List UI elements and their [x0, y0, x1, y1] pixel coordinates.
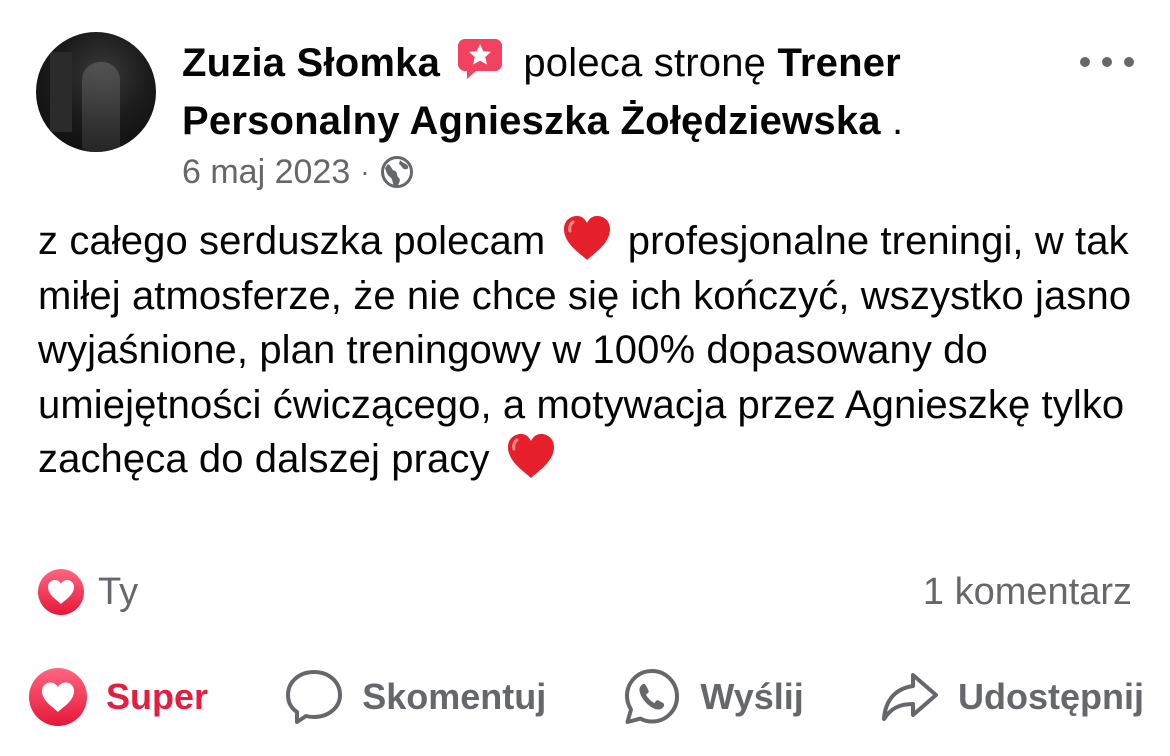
more-options-button[interactable] — [1080, 50, 1134, 74]
share-label: Udostępnij — [957, 676, 1144, 717]
love-button[interactable]: Super — [28, 667, 208, 727]
post-actions: Super Skomentuj Wyślij Udostępnij — [28, 662, 1144, 732]
share-arrow-icon — [881, 673, 938, 721]
send-label: Wyślij — [700, 676, 804, 717]
reactions-list-button[interactable]: Ty — [36, 567, 138, 617]
post-text: z całego serduszka polecam profesjonalne… — [38, 214, 1148, 487]
comment-button[interactable]: Skomentuj — [284, 667, 546, 727]
share-button[interactable]: Udostępnij — [880, 667, 1144, 727]
reaction-users: Ty — [98, 570, 139, 613]
post-meta: 6 maj 2023 · — [182, 150, 414, 194]
whatsapp-icon — [625, 669, 680, 724]
comment-bubble-icon — [286, 670, 343, 724]
comments-count-link[interactable]: 1 komentarz — [923, 571, 1132, 614]
author-name[interactable]: Zuzia Słomka — [182, 41, 440, 85]
more-dot-icon — [1102, 57, 1112, 67]
meta-separator: · — [360, 156, 370, 187]
more-dot-icon — [1124, 57, 1134, 67]
red-heart-emoji — [507, 434, 554, 478]
more-dot-icon — [1080, 57, 1090, 67]
comment-label: Skomentuj — [362, 676, 547, 717]
love-label: Super — [106, 676, 209, 717]
page-suffix: . — [880, 99, 904, 143]
reactions-summary: Ty 1 komentarz — [36, 566, 1132, 618]
love-reaction-icon — [38, 569, 84, 615]
post-text-part: z całego serduszka polecam — [38, 219, 557, 263]
recommends-text: poleca stronę — [523, 41, 767, 85]
avatar-figure — [82, 62, 120, 152]
send-button[interactable]: Wyślij — [622, 667, 804, 727]
avatar[interactable] — [36, 32, 156, 152]
avatar-background — [50, 52, 72, 132]
love-reaction-icon — [29, 668, 87, 726]
red-heart-emoji — [563, 216, 610, 260]
post-date[interactable]: 6 maj 2023 — [182, 153, 350, 192]
post-header: Zuzia Słomka poleca stronę Trener Person… — [182, 34, 1042, 150]
globe-icon[interactable] — [380, 155, 414, 189]
recommendation-star-icon — [458, 39, 503, 79]
